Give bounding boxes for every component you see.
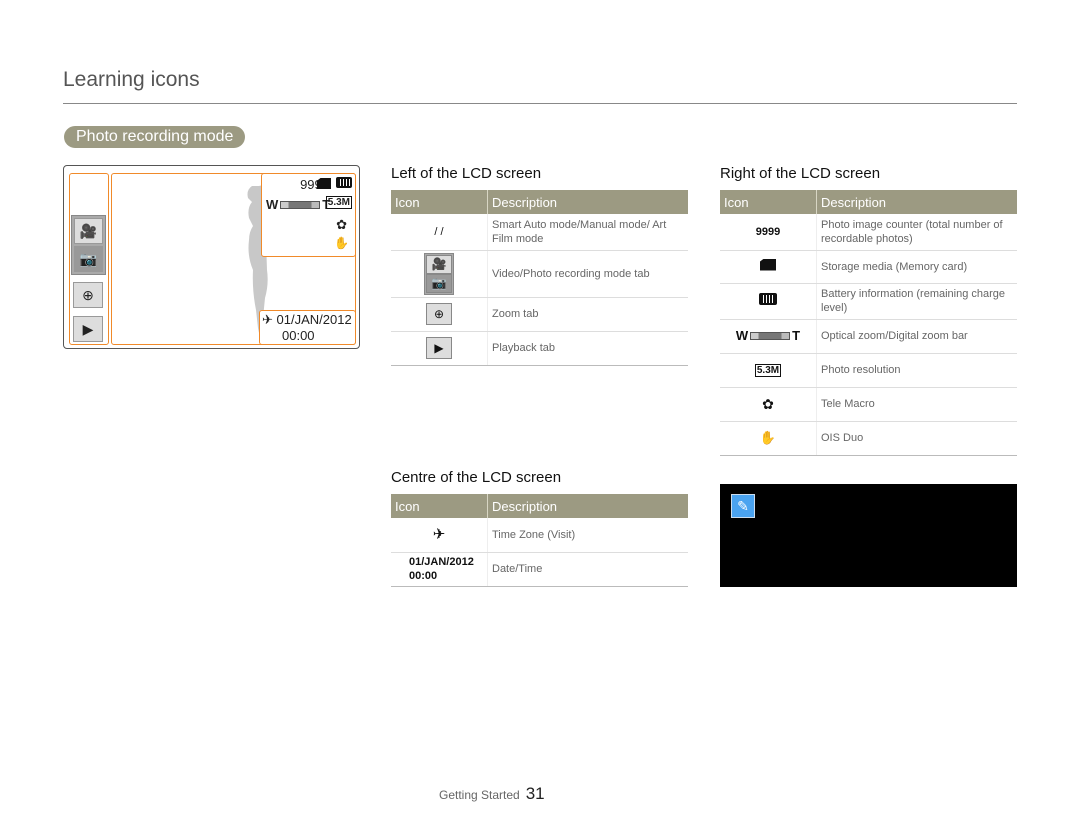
right-table-heading: Right of the LCD screen — [720, 165, 881, 182]
row-description: Photo image counter (total number of rec… — [816, 214, 1017, 251]
centre-table-heading: Centre of the LCD screen — [391, 469, 562, 486]
zoom-tab-icon: ⊕ — [426, 303, 452, 325]
note-pencil-icon: ✎ — [731, 494, 755, 518]
mode-icons: / / — [391, 214, 488, 251]
date-text: 01/JAN/2012 — [276, 312, 352, 327]
resolution-icon: 5.3M — [754, 363, 782, 377]
col-description-header: Description — [487, 190, 688, 214]
table-row: 🎥 📷 Video/Photo recording mode tab — [391, 250, 688, 298]
lcd-screen-illustration: 🎥 📷 ⊕ ▶ 9999 W T 5.3M ✿ ✋ ✈ 01/JAN/2012 … — [63, 165, 360, 349]
mode-tab-group[interactable]: 🎥 📷 — [71, 215, 106, 275]
lcd-date: ✈ 01/JAN/2012 — [262, 312, 352, 328]
page-title: Learning icons — [63, 68, 200, 91]
time-zone-visit-icon: ✈ — [391, 518, 488, 553]
left-lcd-table-block: Left of the LCD screen Icon Description … — [391, 165, 688, 366]
time-icon-text: 00:00 — [409, 570, 438, 582]
table-row: W T Optical zoom/Digital zoom bar — [720, 319, 1017, 354]
tele-macro-icon: ✿ — [336, 217, 347, 232]
table-row: ✿ Tele Macro — [720, 387, 1017, 422]
row-description: Storage media (Memory card) — [816, 250, 1017, 284]
col-icon-header: Icon — [391, 190, 488, 214]
zoom-tele-label: T — [792, 327, 801, 343]
row-description: Video/Photo recording mode tab — [487, 250, 688, 298]
zoom-track — [750, 331, 791, 340]
lcd-datetime-panel: ✈ 01/JAN/2012 00:00 — [259, 310, 356, 345]
right-lcd-table: Icon Description 9999 Photo image counte… — [720, 190, 1017, 456]
note-box: ✎ — [720, 484, 1017, 587]
table-row: ▶ Playback tab — [391, 331, 688, 366]
zoom-bar-icon: W T — [735, 327, 801, 343]
memory-card-icon — [760, 258, 776, 271]
footer-section: Getting Started — [439, 788, 520, 802]
section-title: Photo recording mode — [64, 126, 246, 148]
col-icon-header: Icon — [720, 190, 817, 214]
zoom-wide-label: W — [735, 327, 749, 343]
row-description: Optical zoom/Digital zoom bar — [816, 319, 1017, 354]
ois-duo-icon: ✋ — [720, 421, 817, 456]
row-description: Zoom tab — [487, 297, 688, 332]
table-row: ✈ Time Zone (Visit) — [391, 518, 688, 553]
zoom-bar-icon: W T — [266, 197, 330, 212]
tele-macro-icon: ✿ — [720, 387, 817, 422]
camera-icon[interactable]: 📷 — [74, 246, 103, 272]
lcd-right-panel: 9999 W T 5.3M ✿ ✋ — [261, 173, 356, 257]
table-row: 9999 Photo image counter (total number o… — [720, 214, 1017, 251]
lcd-time: 00:00 — [282, 328, 315, 343]
title-divider — [63, 103, 1017, 104]
col-description-header: Description — [816, 190, 1017, 214]
zoom-track — [280, 200, 321, 209]
memory-card-icon — [317, 178, 331, 189]
camera-icon: 📷 — [426, 273, 452, 293]
table-row: 01/JAN/2012 00:00 Date/Time — [391, 552, 688, 587]
video-camera-icon[interactable]: 🎥 — [74, 218, 103, 244]
battery-icon — [759, 293, 777, 305]
ois-duo-icon: ✋ — [334, 236, 349, 250]
zoom-wide-label: W — [266, 197, 279, 212]
row-description: Smart Auto mode/Manual mode/ Art Film mo… — [487, 214, 688, 251]
row-description: Time Zone (Visit) — [487, 518, 688, 553]
right-lcd-table-block: Right of the LCD screen Icon Description… — [720, 165, 1017, 456]
row-description: Battery information (remaining charge le… — [816, 283, 1017, 320]
time-zone-visit-icon: ✈ — [262, 312, 273, 327]
col-description-header: Description — [487, 494, 688, 518]
lcd-left-panel: 🎥 📷 ⊕ ▶ — [69, 173, 109, 345]
col-icon-header: Icon — [391, 494, 488, 518]
left-lcd-table: Icon Description / / Smart Auto mode/Man… — [391, 190, 688, 366]
zoom-in-icon[interactable]: ⊕ — [73, 282, 103, 308]
row-description: Date/Time — [487, 552, 688, 587]
row-description: OIS Duo — [816, 421, 1017, 456]
centre-lcd-table: Icon Description ✈ Time Zone (Visit) 01/… — [391, 494, 688, 587]
centre-lcd-table-block: Centre of the LCD screen Icon Descriptio… — [391, 469, 688, 587]
page-footer: Getting Started 31 — [439, 784, 545, 804]
table-row: Battery information (remaining charge le… — [720, 283, 1017, 320]
page-number: 31 — [525, 784, 545, 803]
table-row: ⊕ Zoom tab — [391, 297, 688, 332]
table-row: Storage media (Memory card) — [720, 250, 1017, 284]
table-row: ✋ OIS Duo — [720, 421, 1017, 456]
date-icon-text: 01/JAN/2012 — [409, 556, 474, 568]
row-description: Photo resolution — [816, 353, 1017, 388]
left-table-heading: Left of the LCD screen — [391, 165, 542, 182]
resolution-icon: 5.3M — [325, 196, 352, 209]
video-camera-icon: 🎥 — [426, 254, 452, 274]
battery-icon — [336, 177, 352, 188]
play-icon[interactable]: ▶ — [73, 316, 103, 342]
video-photo-tab-icon: 🎥 📷 — [424, 252, 454, 295]
playback-tab-icon: ▶ — [426, 337, 452, 359]
table-row: 5.3M Photo resolution — [720, 353, 1017, 388]
row-description: Playback tab — [487, 331, 688, 366]
row-description: Tele Macro — [816, 387, 1017, 422]
photo-counter-icon: 9999 — [720, 214, 817, 251]
table-row: / / Smart Auto mode/Manual mode/ Art Fil… — [391, 214, 688, 251]
